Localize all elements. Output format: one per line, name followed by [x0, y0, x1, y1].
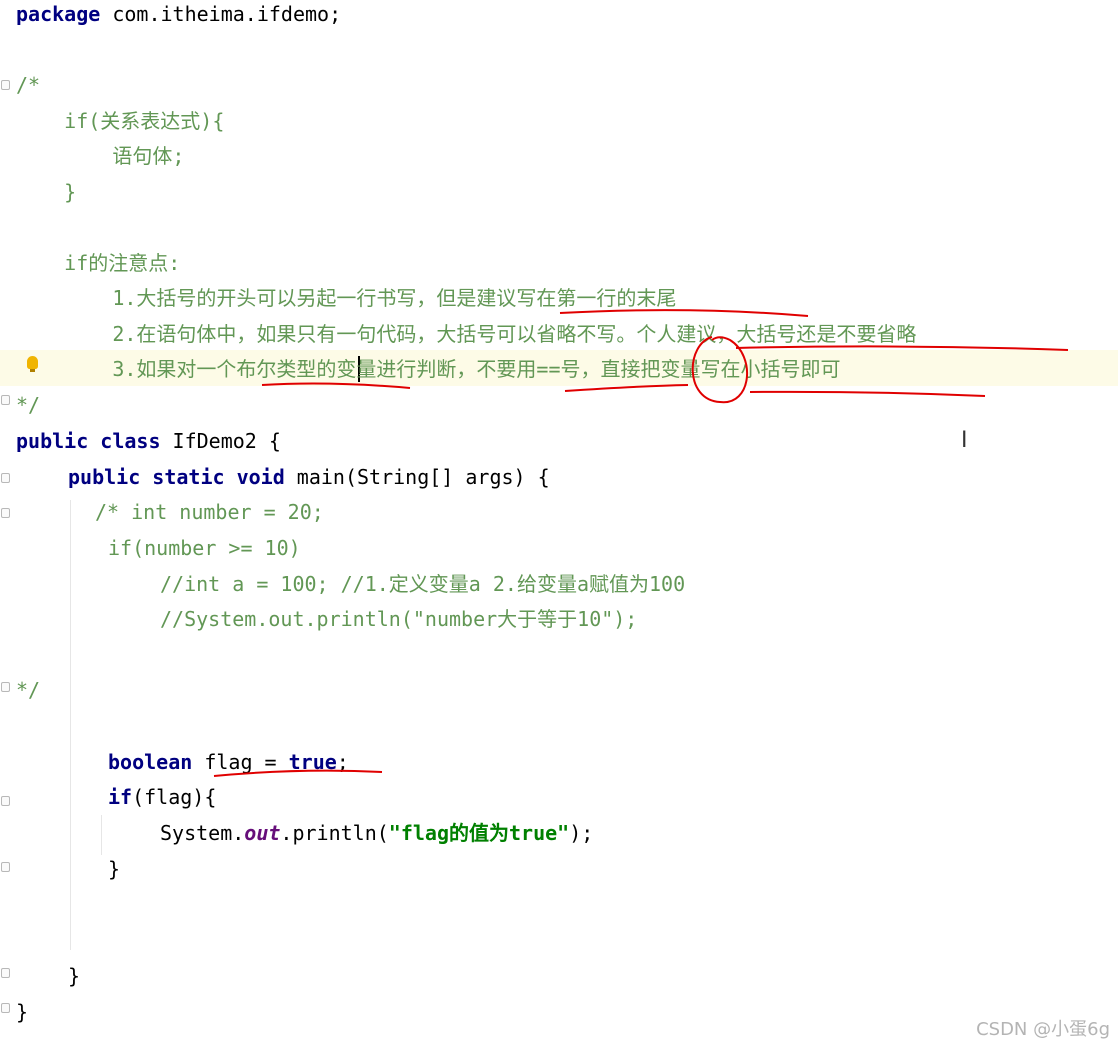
underline-bool-type: [261, 382, 411, 389]
red-annotation-marks: [213, 309, 1069, 777]
circle-direct: [691, 336, 749, 404]
watermark: CSDN @小蛋6g: [976, 1019, 1110, 1040]
underline-no-equals: [564, 384, 689, 392]
underline-note-2: [735, 345, 1069, 351]
underline-note-1: [559, 309, 809, 317]
code-editor[interactable]: I package com.itheima.ifdemo; /* if(关系表达…: [0, 0, 1118, 1051]
underline-flag: [213, 769, 383, 777]
underline-direct: [749, 390, 986, 397]
